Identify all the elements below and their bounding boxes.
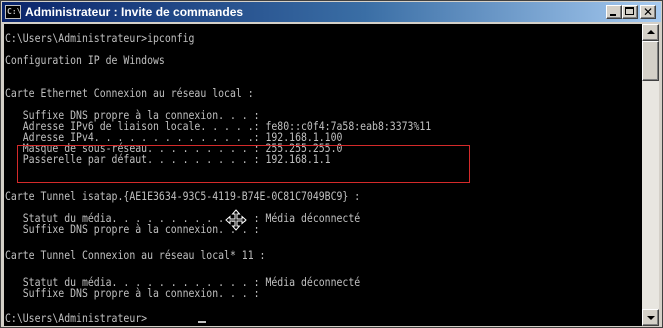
- move-cursor-icon: [225, 209, 247, 231]
- scroll-down-button[interactable]: [642, 309, 659, 326]
- text-cursor: [198, 321, 206, 323]
- maximize-button[interactable]: [622, 5, 638, 19]
- ipv4-highlight-box: [17, 145, 470, 183]
- scrollbar-thumb[interactable]: [642, 41, 659, 81]
- minimize-icon: [610, 14, 616, 16]
- console-line: C:\Users\Administrateur>ipconfig: [5, 31, 195, 45]
- vertical-scrollbar[interactable]: [642, 24, 659, 326]
- scroll-up-arrow-icon: [647, 30, 655, 34]
- close-icon: ✕: [642, 5, 654, 19]
- window-title: Administrateur : Invite de commandes: [25, 5, 244, 19]
- console-output[interactable]: C:\Users\Administrateur>ipconfig Configu…: [4, 24, 642, 326]
- console-line: Carte Tunnel isatap.{AE1E3634-93C5-4119-…: [5, 189, 361, 203]
- title-bar[interactable]: C:\ Administrateur : Invite de commandes…: [2, 2, 661, 22]
- console-line: Suffixe DNS propre à la connexion. . . :: [5, 222, 260, 236]
- cmd-app-icon[interactable]: C:\: [5, 5, 21, 19]
- command-prompt-window: C:\ Administrateur : Invite de commandes…: [0, 0, 663, 328]
- close-button[interactable]: ✕: [640, 5, 656, 19]
- minimize-button[interactable]: [606, 5, 622, 19]
- maximize-icon: [625, 7, 634, 15]
- console-line: Configuration IP de Windows: [5, 53, 165, 67]
- console-line: Carte Tunnel Connexion au réseau local* …: [5, 248, 266, 262]
- scroll-down-arrow-icon: [647, 316, 655, 320]
- scroll-up-button[interactable]: [642, 24, 659, 41]
- console-line: Carte Ethernet Connexion au réseau local…: [5, 86, 254, 100]
- console-prompt-line: C:\Users\Administrateur>: [5, 311, 148, 325]
- console-line: Suffixe DNS propre à la connexion. . . :: [5, 286, 260, 300]
